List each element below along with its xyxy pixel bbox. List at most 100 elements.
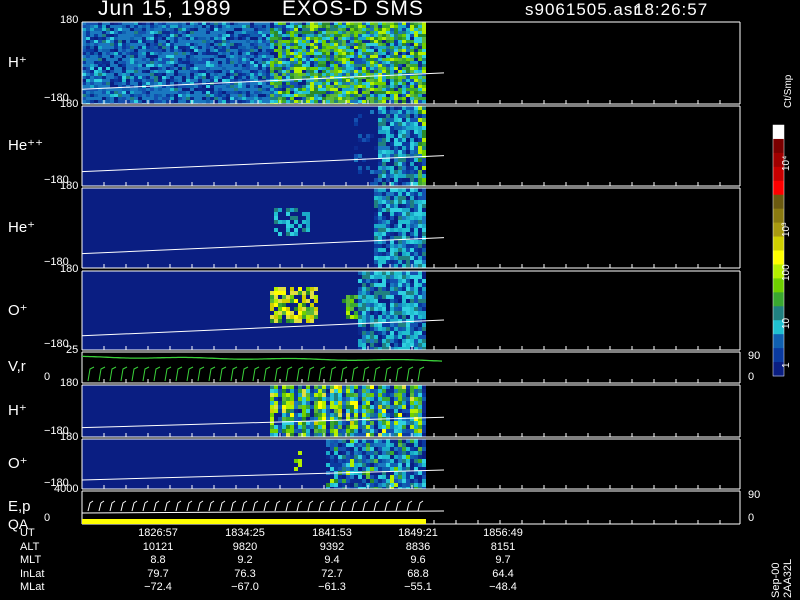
heatmap-cell	[314, 64, 318, 67]
heatmap-cell	[106, 34, 110, 37]
heatmap-cell	[406, 275, 410, 279]
heatmap-cell	[382, 220, 386, 224]
heatmap-cell	[382, 188, 386, 192]
heatmap-cell	[334, 433, 338, 437]
heatmap-cell	[250, 43, 254, 46]
heatmap-cell	[370, 295, 374, 299]
heatmap-cell	[390, 220, 394, 224]
heatmap-cell	[350, 385, 354, 389]
heatmap-cell	[186, 58, 190, 61]
heatmap-cell	[270, 303, 274, 307]
heatmap-cell	[402, 264, 406, 268]
heatmap-cell	[358, 335, 362, 339]
heatmap-cell	[358, 397, 362, 401]
heatmap-cell	[382, 97, 386, 100]
heatmap-cell	[406, 40, 410, 43]
heatmap-cell	[418, 315, 422, 319]
heatmap-cell	[158, 97, 162, 100]
heatmap-cell	[418, 52, 422, 55]
heatmap-cell	[382, 393, 386, 397]
heatmap-cell	[374, 178, 378, 182]
heatmap-cell	[306, 405, 310, 409]
heatmap-cell	[170, 46, 174, 49]
heatmap-cell	[202, 40, 206, 43]
heatmap-cell	[126, 28, 130, 31]
heatmap-cell	[406, 162, 410, 166]
heatmap-cell	[194, 28, 198, 31]
heatmap-cell	[94, 25, 98, 28]
heatmap-cell	[394, 327, 398, 331]
heatmap-cell	[98, 94, 102, 97]
heatmap-cell	[238, 97, 242, 100]
heatmap-cell	[354, 118, 358, 122]
heatmap-cell	[390, 170, 394, 174]
heatmap-cell	[326, 429, 330, 433]
y-tick-top-v-r: 25	[66, 344, 79, 356]
heatmap-cell	[406, 252, 410, 256]
heatmap-cell	[354, 49, 358, 52]
heatmap-cell	[166, 25, 170, 28]
heatmap-cell	[382, 228, 386, 232]
heatmap-cell	[402, 55, 406, 58]
heatmap-cell	[374, 439, 378, 443]
heatmap-cell	[406, 303, 410, 307]
heatmap-cell	[222, 100, 226, 103]
heatmap-cell	[358, 483, 362, 487]
heatmap-cell	[86, 97, 90, 100]
heatmap-cell	[406, 413, 410, 417]
heatmap-cell	[94, 58, 98, 61]
heatmap-cell	[218, 70, 222, 73]
heatmap-cell	[238, 100, 242, 103]
heatmap-cell	[390, 134, 394, 138]
heatmap-cell	[314, 287, 318, 291]
heatmap-cell	[242, 52, 246, 55]
heatmap-cell	[374, 405, 378, 409]
heatmap-cell	[418, 248, 422, 252]
heatmap-cell	[338, 447, 342, 451]
heatmap-cell	[194, 70, 198, 73]
heatmap-cell	[326, 389, 330, 393]
heatmap-cell	[310, 413, 314, 417]
heatmap-cell	[338, 409, 342, 413]
heatmap-cell	[302, 389, 306, 393]
heatmap-cell	[178, 34, 182, 37]
heatmap-cell	[366, 479, 370, 483]
heatmap-cell	[342, 483, 346, 487]
heatmap-cell	[394, 451, 398, 455]
heatmap-cell	[342, 479, 346, 483]
heatmap-cell	[414, 55, 418, 58]
heatmap-cell	[346, 303, 350, 307]
heatmap-cell	[334, 52, 338, 55]
heatmap-cell	[182, 73, 186, 76]
heatmap-cell	[170, 52, 174, 55]
heatmap-cell	[186, 67, 190, 70]
heatmap-cell	[322, 49, 326, 52]
heatmap-cell	[206, 25, 210, 28]
heatmap-cell	[270, 299, 274, 303]
heatmap-cell	[358, 295, 362, 299]
heatmap-cell	[398, 264, 402, 268]
heatmap-cell	[394, 256, 398, 260]
heatmap-cell	[374, 216, 378, 220]
heatmap-cell	[350, 40, 354, 43]
heatmap-cell	[306, 307, 310, 311]
heatmap-cell	[234, 94, 238, 97]
heatmap-cell	[334, 91, 338, 94]
heatmap-cell	[298, 393, 302, 397]
heatmap-cell	[86, 67, 90, 70]
heatmap-cell	[282, 37, 286, 40]
heatmap-cell	[278, 55, 282, 58]
heatmap-cell	[298, 413, 302, 417]
heatmap-cell	[178, 58, 182, 61]
heatmap-cell	[86, 61, 90, 64]
heatmap-cell	[90, 70, 94, 73]
heatmap-cell	[382, 212, 386, 216]
heatmap-cell	[226, 49, 230, 52]
heatmap-cell	[402, 212, 406, 216]
heatmap-cell	[334, 447, 338, 451]
heatmap-cell	[422, 483, 426, 487]
heatmap-cell	[386, 236, 390, 240]
heatmap-cell	[382, 178, 386, 182]
heatmap-cell	[134, 28, 138, 31]
heatmap-cell	[402, 97, 406, 100]
